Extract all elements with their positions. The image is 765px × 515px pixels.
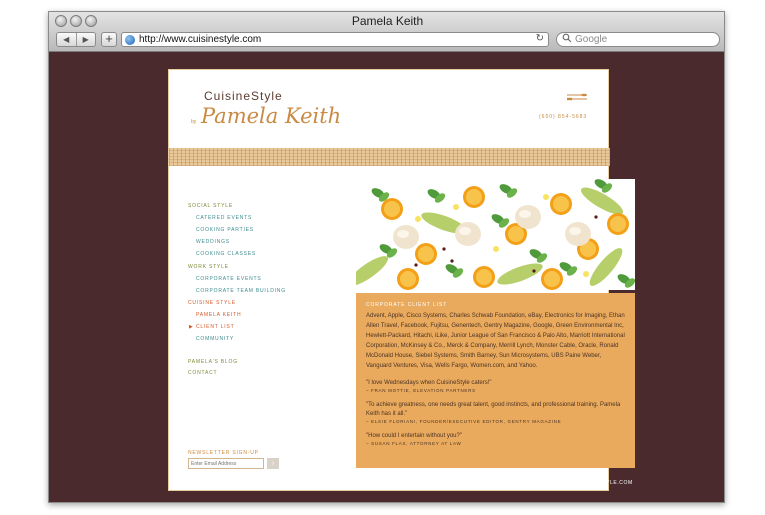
back-button[interactable]: ◀	[57, 33, 76, 46]
current-page-arrow-icon: ▶	[189, 324, 194, 330]
testimonial-quote: "To achieve greatness, one needs great t…	[366, 402, 621, 417]
sidebar-item-label: WORK STYLE	[188, 264, 229, 270]
sidebar-item-label: CUISINE STYLE	[188, 300, 236, 306]
address-bar[interactable]: http://www.cuisinestyle.com ↻	[121, 32, 549, 47]
client-list-text: Advent, Apple, Cisco Systems, Charles Sc…	[366, 313, 625, 369]
sidebar-item-work-style[interactable]: WORK STYLE	[188, 264, 229, 270]
content-heading: CORPORATE CLIENT LIST	[366, 302, 448, 308]
copyright-text: ©2003-2009 ALL RIGHTS RESERVED	[186, 480, 291, 486]
sidebar-item-corporate-events[interactable]: CORPORATE EVENTS	[196, 276, 262, 282]
sidebar-item-corporate-team-building[interactable]: CORPORATE TEAM BUILDING	[196, 288, 286, 294]
back-forward-buttons: ◀ ▶	[56, 32, 96, 47]
brand-script-logo[interactable]: Pamela Keith	[201, 104, 341, 128]
sidebar-item-client-list[interactable]: ▶ CLIENT LIST	[189, 324, 235, 330]
sidebar-item-label: CONTACT	[188, 370, 218, 376]
testimonial-quote: "How could I entertain without you?"	[366, 433, 462, 439]
utensils-icon	[567, 93, 587, 101]
email-field[interactable]	[188, 458, 264, 469]
address-url[interactable]: http://www.cuisinestyle.com	[139, 34, 261, 45]
sidebar-item-cuisine-style[interactable]: CUISINE STYLE	[188, 300, 236, 306]
sidebar-item-label: PAMELA KEITH	[196, 312, 242, 318]
testimonial-quote: "I love Wednesdays when CuisineStyle cat…	[366, 380, 492, 386]
browser-window: Pamela Keith ◀ ▶ + http://www.cuisinesty…	[48, 11, 725, 503]
sidebar-item-pamela-keith[interactable]: PAMELA KEITH	[196, 312, 241, 318]
site-page: CuisineStyle by Pamela Keith (650) 854-5…	[168, 69, 635, 491]
sidebar-item-label: COOKING PARTIES	[196, 227, 254, 233]
footer-domain-link[interactable]: CUISINESTYLE.COM	[574, 480, 633, 486]
sidebar-item-label: CLIENT LIST	[196, 324, 235, 330]
sidebar-item-pamela-s-blog[interactable]: PAMELA'S BLOG	[188, 359, 238, 365]
testimonials: "I love Wednesdays when CuisineStyle cat…	[366, 379, 625, 446]
sidebar-item-cooking-classes[interactable]: COOKING CLASSES	[196, 251, 256, 257]
add-bookmark-button[interactable]: +	[101, 32, 117, 47]
reload-icon[interactable]: ↻	[536, 33, 544, 44]
sidebar-item-label: COMMUNITY	[196, 336, 235, 342]
sidebar-item-social-style[interactable]: SOCIAL STYLE	[188, 203, 233, 209]
search-input[interactable]: Google	[556, 32, 720, 47]
testimonial-author: – FRAN MOTTIE, ELEVATION PARTNERS	[366, 388, 476, 393]
sidebar-item-label: WEDDINGS	[196, 239, 230, 245]
globe-icon	[125, 35, 135, 45]
testimonial: "How could I entertain without you?" – SU…	[366, 432, 625, 446]
sidebar-item-label: SOCIAL STYLE	[188, 203, 233, 209]
newsletter-label: NEWSLETTER SIGN-UP	[188, 450, 259, 456]
sidebar-item-weddings[interactable]: WEDDINGS	[196, 239, 230, 245]
submit-arrow-icon: ›	[271, 460, 275, 467]
search-icon	[562, 33, 572, 45]
window-titlebar: Pamela Keith ◀ ▶ + http://www.cuisinesty…	[49, 12, 724, 52]
window-title: Pamela Keith	[351, 14, 424, 28]
newsletter-submit-button[interactable]: ›	[267, 458, 279, 469]
brand-name[interactable]: CuisineStyle	[204, 89, 283, 103]
sidebar-item-label: COOKING CLASSES	[196, 251, 257, 257]
search-placeholder: Google	[575, 34, 608, 45]
sidebar-item-label: PAMELA'S BLOG	[188, 359, 238, 365]
sidebar-item-contact[interactable]: CONTACT	[188, 370, 217, 376]
sidebar-item-label: CATERED EVENTS	[196, 215, 253, 221]
testimonial-author: – SUSAN FLAX, ATTORNEY AT LAW	[366, 441, 462, 446]
woven-header-band	[169, 148, 610, 166]
brand-by: by	[191, 119, 197, 125]
sidebar-item-community[interactable]: COMMUNITY	[196, 336, 234, 342]
phone-number: (650) 854-5683	[539, 114, 588, 120]
sidebar-item-label: CORPORATE TEAM BUILDING	[196, 288, 286, 294]
testimonial: "I love Wednesdays when CuisineStyle cat…	[366, 379, 625, 393]
testimonial: "To achieve greatness, one needs great t…	[366, 401, 625, 424]
testimonial-author: – ELSIE FLORIANI, FOUNDER/EXECUTIVE EDIT…	[366, 419, 562, 424]
sidebar-item-label: CORPORATE EVENTS	[196, 276, 262, 282]
sidebar-item-catered-events[interactable]: CATERED EVENTS	[196, 215, 252, 221]
sidebar-item-cooking-parties[interactable]: COOKING PARTIES	[196, 227, 254, 233]
forward-button[interactable]: ▶	[75, 33, 96, 46]
client-list-panel: CORPORATE CLIENT LIST Advent, Apple, Cis…	[356, 293, 635, 468]
food-photo	[356, 179, 635, 290]
